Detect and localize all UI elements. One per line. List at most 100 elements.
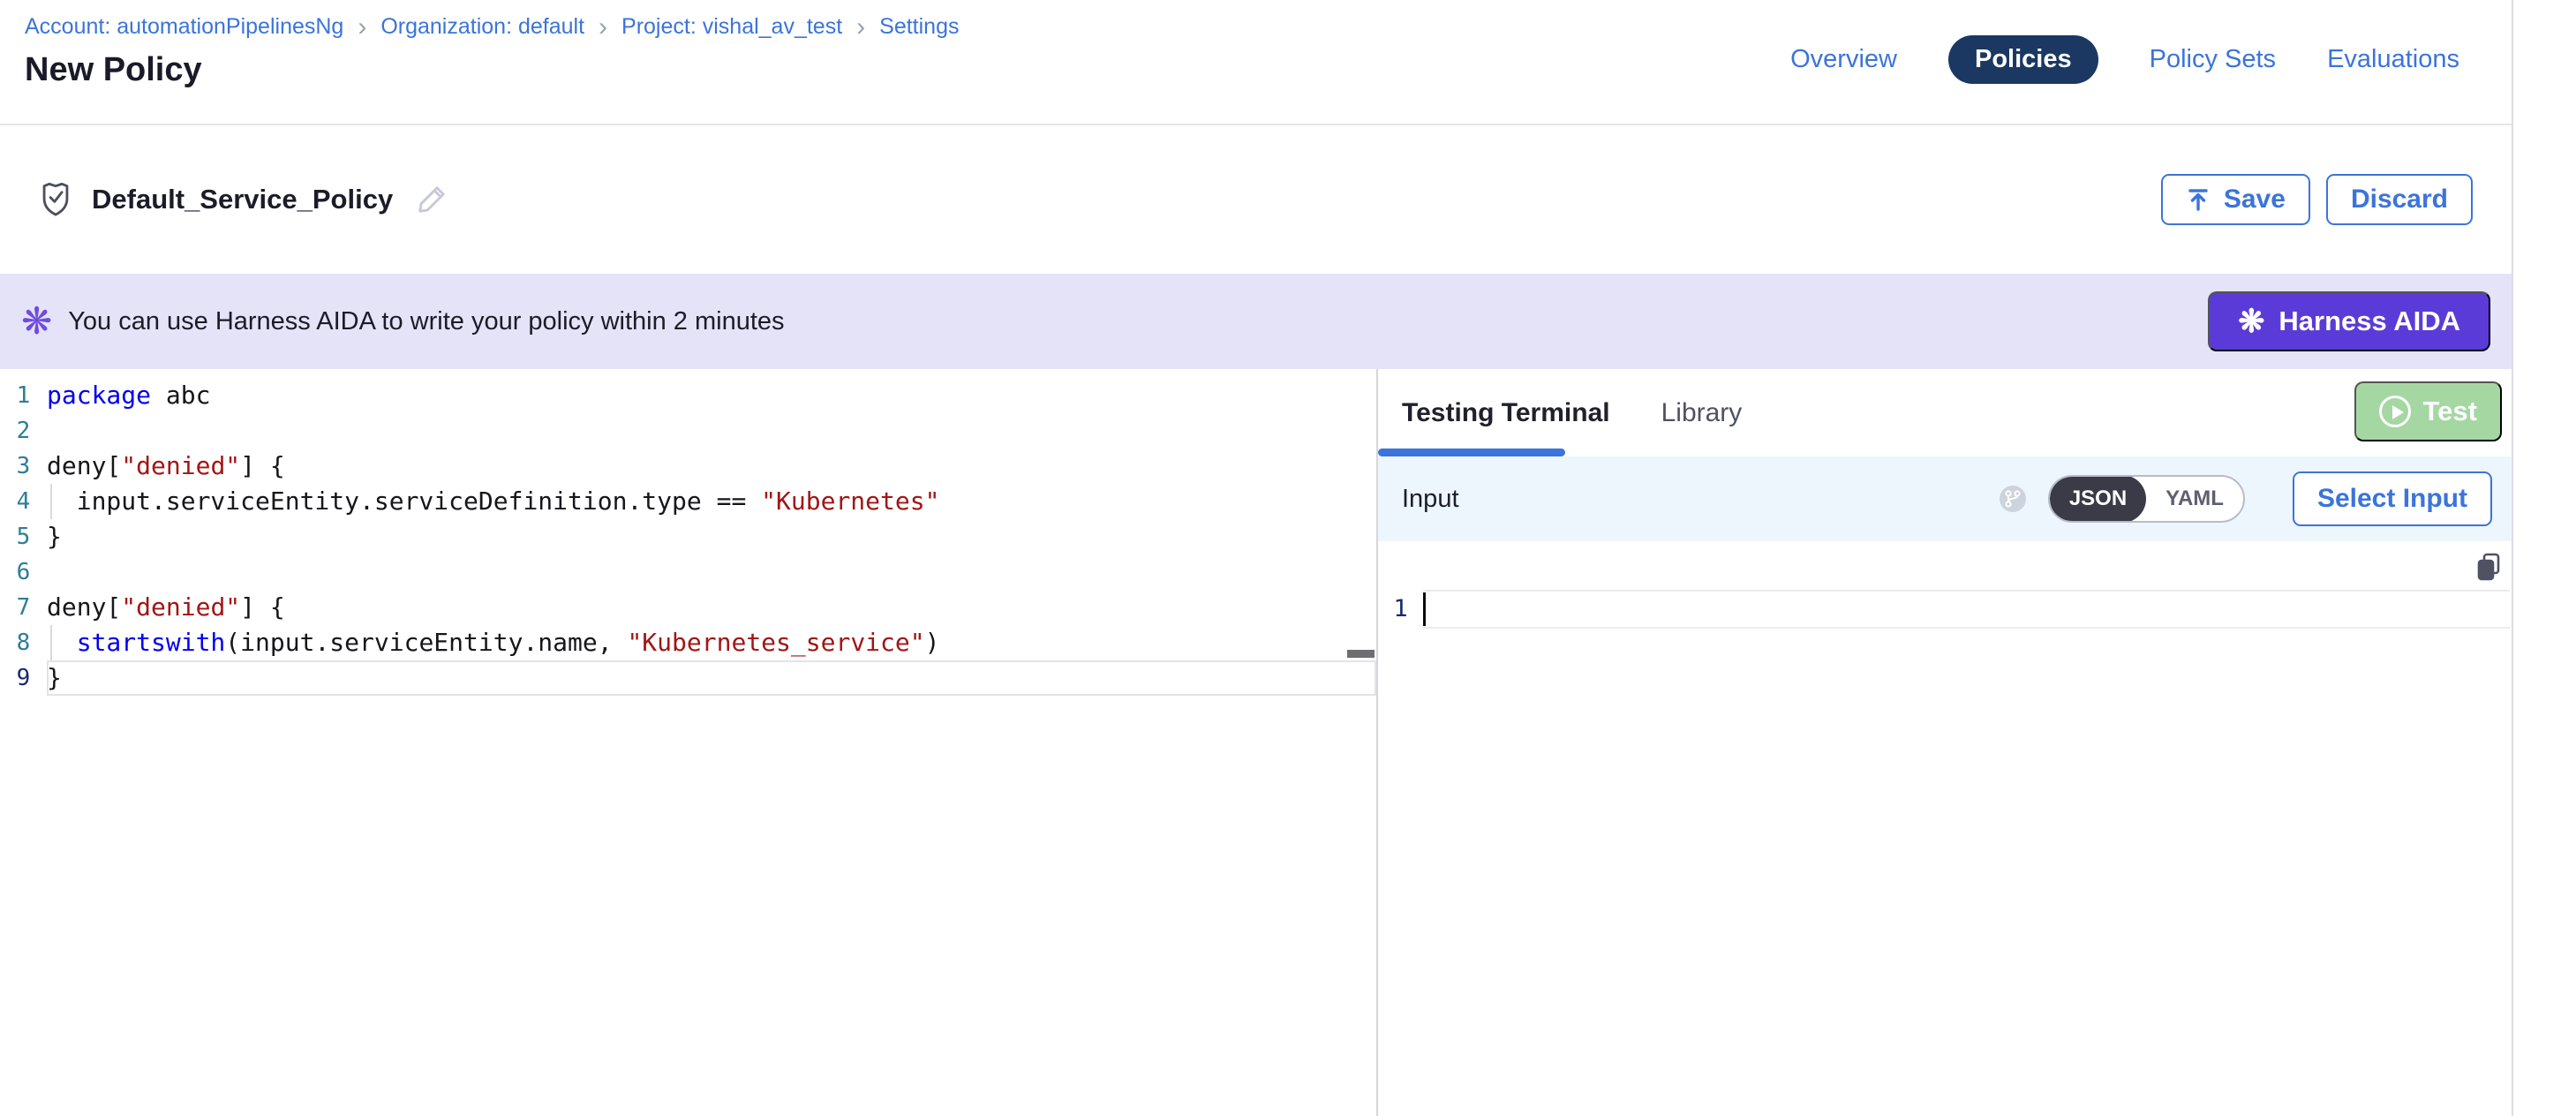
- line-number: 8: [0, 625, 47, 660]
- harness-aida-button-label: Harness AIDA: [2278, 305, 2460, 337]
- terminal-tab-library[interactable]: Library: [1661, 398, 1743, 428]
- upload-icon: [2186, 187, 2211, 212]
- save-button[interactable]: Save: [2161, 174, 2310, 225]
- main-content: 1package abc23deny["denied"] {4 input.se…: [0, 369, 2512, 1116]
- code-token: package: [47, 381, 151, 410]
- select-input-button[interactable]: Select Input: [2293, 471, 2492, 526]
- code-line-content[interactable]: [47, 413, 1376, 449]
- input-editor-line[interactable]: 1: [1378, 590, 2512, 629]
- code-line[interactable]: 2: [0, 413, 1376, 449]
- tab-overview[interactable]: Overview: [1790, 45, 1897, 74]
- code-line[interactable]: 8 startswith(input.serviceEntity.name, "…: [0, 625, 1376, 660]
- testing-terminal-panel: Testing Terminal Library Test Input: [1378, 369, 2512, 1116]
- code-token: startswith: [77, 628, 226, 657]
- save-button-label: Save: [2224, 185, 2286, 215]
- code-token: }: [47, 522, 62, 551]
- line-number: 1: [0, 378, 47, 413]
- code-line-content[interactable]: deny["denied"] {: [47, 590, 1376, 625]
- code-line-content[interactable]: input.serviceEntity.serviceDefinition.ty…: [47, 484, 1376, 519]
- copy-icon[interactable]: [2475, 552, 2504, 586]
- active-tab-indicator: [1378, 449, 1565, 456]
- git-branch-icon: [1999, 485, 2027, 513]
- code-token: deny[: [47, 451, 121, 480]
- code-token: "denied": [121, 592, 240, 622]
- aida-banner-message: You can use Harness AIDA to write your p…: [68, 307, 784, 336]
- policy-toolbar: Default_Service_Policy Save Discard: [0, 125, 2512, 274]
- code-line[interactable]: 5}: [0, 519, 1376, 554]
- input-controls: JSONYAML Select Input: [1999, 471, 2492, 526]
- aida-banner: ❋ You can use Harness AIDA to write your…: [0, 274, 2512, 369]
- chevron-right-icon: ›: [358, 16, 366, 38]
- code-line[interactable]: 3deny["denied"] {: [0, 449, 1376, 484]
- code-token: ] {: [240, 451, 285, 480]
- code-line-content[interactable]: deny["denied"] {: [47, 449, 1376, 484]
- terminal-tabs: Testing Terminal Library: [1378, 369, 2512, 456]
- input-line-number: 1: [1378, 590, 1423, 629]
- code-line-content[interactable]: }: [47, 519, 1376, 554]
- format-toggle: JSONYAML: [2048, 475, 2245, 523]
- terminal-tab-testing-terminal[interactable]: Testing Terminal: [1402, 398, 1610, 428]
- code-token: abc: [151, 381, 210, 410]
- policy-code-editor[interactable]: 1package abc23deny["denied"] {4 input.se…: [0, 369, 1378, 1116]
- line-number: 5: [0, 519, 47, 554]
- format-option-yaml[interactable]: YAML: [2146, 475, 2243, 523]
- line-number: 3: [0, 449, 47, 484]
- breadcrumb-link-account[interactable]: Account: automationPipelinesNg: [25, 14, 343, 40]
- chevron-right-icon: ›: [599, 16, 607, 38]
- code-line[interactable]: 1package abc: [0, 378, 1376, 413]
- harness-aida-button[interactable]: ❋ Harness AIDA: [2208, 291, 2490, 351]
- code-line-content[interactable]: package abc: [47, 378, 1376, 413]
- indent-guide: [50, 625, 52, 660]
- code-line-content[interactable]: startswith(input.serviceEntity.name, "Ku…: [47, 625, 1376, 660]
- breadcrumb: Account: automationPipelinesNg › Organizat…: [25, 14, 960, 40]
- format-option-json[interactable]: JSON: [2050, 475, 2146, 523]
- tab-policy-sets[interactable]: Policy Sets: [2150, 45, 2276, 74]
- input-line-content[interactable]: [1423, 590, 2510, 629]
- code-line[interactable]: 9}: [0, 660, 1376, 696]
- indent-guide: [50, 484, 52, 519]
- code-line[interactable]: 7deny["denied"] {: [0, 590, 1376, 625]
- test-button-label: Test: [2423, 396, 2477, 427]
- page-header: Account: automationPipelinesNg › Organizat…: [0, 0, 2512, 125]
- line-number: 9: [0, 660, 47, 696]
- code-token: ] {: [240, 592, 285, 622]
- input-editor[interactable]: 1: [1378, 541, 2512, 629]
- breadcrumb-link-project[interactable]: Project: vishal_av_test: [621, 14, 842, 40]
- test-button[interactable]: Test: [2354, 381, 2502, 441]
- input-section-header: Input JSONYAML Select Input: [1378, 456, 2512, 541]
- discard-button-label: Discard: [2351, 185, 2448, 215]
- edit-policy-name-button[interactable]: [416, 184, 448, 215]
- aida-flower-icon: ❋: [21, 303, 52, 340]
- code-token: input.serviceEntity.serviceDefinition.ty…: [47, 486, 761, 516]
- aida-flower-icon: ❋: [2238, 305, 2264, 337]
- code-line[interactable]: 4 input.serviceEntity.serviceDefinition.…: [0, 484, 1376, 519]
- line-number: 6: [0, 554, 47, 590]
- line-number: 4: [0, 484, 47, 519]
- page-title: New Policy: [25, 51, 202, 89]
- breadcrumb-link-settings[interactable]: Settings: [879, 14, 959, 40]
- code-line[interactable]: 6: [0, 554, 1376, 590]
- tab-policies[interactable]: Policies: [1948, 35, 2098, 84]
- chevron-right-icon: ›: [856, 16, 865, 38]
- code-token: "Kubernetes": [761, 486, 939, 516]
- discard-button[interactable]: Discard: [2326, 174, 2473, 225]
- line-number: 7: [0, 590, 47, 625]
- play-icon: [2379, 396, 2411, 427]
- module-tabs: Overview Policies Policy Sets Evaluations: [1790, 35, 2459, 84]
- code-token: "denied": [121, 451, 240, 480]
- shield-check-icon: [39, 182, 72, 217]
- input-label: Input: [1402, 485, 1459, 514]
- breadcrumb-link-organization[interactable]: Organization: default: [380, 14, 584, 40]
- code-line-content[interactable]: [47, 554, 1376, 590]
- text-cursor: [1423, 592, 1426, 626]
- tab-evaluations[interactable]: Evaluations: [2327, 45, 2459, 74]
- code-token: (input.serviceEntity.name,: [225, 628, 627, 657]
- code-line-content[interactable]: }: [47, 660, 1376, 696]
- policy-name: Default_Service_Policy: [92, 184, 393, 215]
- code-token: }: [47, 663, 62, 692]
- line-number: 2: [0, 413, 47, 449]
- new-policy-page: Account: automationPipelinesNg › Organizat…: [0, 0, 2513, 1116]
- code-token: ): [925, 628, 940, 657]
- code-token: "Kubernetes_service": [627, 628, 924, 657]
- code-token: deny[: [47, 592, 121, 622]
